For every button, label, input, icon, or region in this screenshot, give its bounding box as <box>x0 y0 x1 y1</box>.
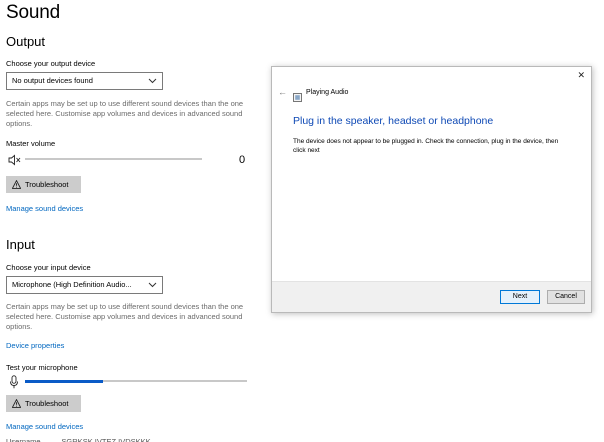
master-volume-value: 0 <box>239 154 246 166</box>
input-device-select[interactable]: Microphone (High Definition Audio... <box>6 276 163 294</box>
input-heading: Input <box>6 237 35 252</box>
device-properties-link[interactable]: Device properties <box>6 341 64 350</box>
speaker-muted-icon[interactable] <box>8 153 22 166</box>
output-help-text: Certain apps may be set up to use differ… <box>6 99 244 128</box>
input-device-label: Choose your input device <box>6 263 91 272</box>
dialog-button-bar: Next Cancel <box>272 281 591 312</box>
output-troubleshoot-button[interactable]: Troubleshoot <box>6 176 81 193</box>
master-volume-slider[interactable] <box>25 158 202 160</box>
test-microphone-label: Test your microphone <box>6 363 78 372</box>
microphone-icon <box>9 375 19 389</box>
troubleshoot-label: Troubleshoot <box>25 399 69 408</box>
input-device-value: Microphone (High Definition Audio... <box>12 280 132 289</box>
playing-audio-dialog: ✕ ← Playing Audio Plug in the speaker, h… <box>271 66 592 313</box>
output-device-label: Choose your output device <box>6 59 96 68</box>
warning-icon <box>11 176 22 195</box>
chevron-down-icon <box>148 278 157 298</box>
page-title: Sound <box>6 2 60 23</box>
troubleshoot-label: Troubleshoot <box>25 180 69 189</box>
input-help-text: Certain apps may be set up to use differ… <box>6 302 244 331</box>
cut-off-footer-text: Username SGRKSK IVTEZ IVDSKKK <box>6 437 151 442</box>
microphone-level-fill <box>25 380 103 383</box>
input-troubleshoot-button[interactable]: Troubleshoot <box>6 395 81 412</box>
dialog-title: Playing Audio <box>306 89 349 96</box>
warning-icon <box>11 395 22 414</box>
close-icon[interactable]: ✕ <box>577 70 585 81</box>
output-device-value: No output devices found <box>12 76 93 85</box>
dialog-heading: Plug in the speaker, headset or headphon… <box>293 115 494 127</box>
output-device-select[interactable]: No output devices found <box>6 72 163 90</box>
cancel-button[interactable]: Cancel <box>547 290 585 304</box>
master-volume-label: Master volume <box>6 139 56 148</box>
chevron-down-icon <box>148 74 157 94</box>
back-arrow-icon[interactable]: ← <box>278 87 287 97</box>
next-button[interactable]: Next <box>500 290 540 304</box>
troubleshooter-app-icon <box>293 89 302 102</box>
dialog-body-text: The device does not appear to be plugged… <box>293 138 559 154</box>
input-manage-devices-link[interactable]: Manage sound devices <box>6 422 83 431</box>
output-manage-devices-link[interactable]: Manage sound devices <box>6 204 83 213</box>
output-heading: Output <box>6 34 46 49</box>
